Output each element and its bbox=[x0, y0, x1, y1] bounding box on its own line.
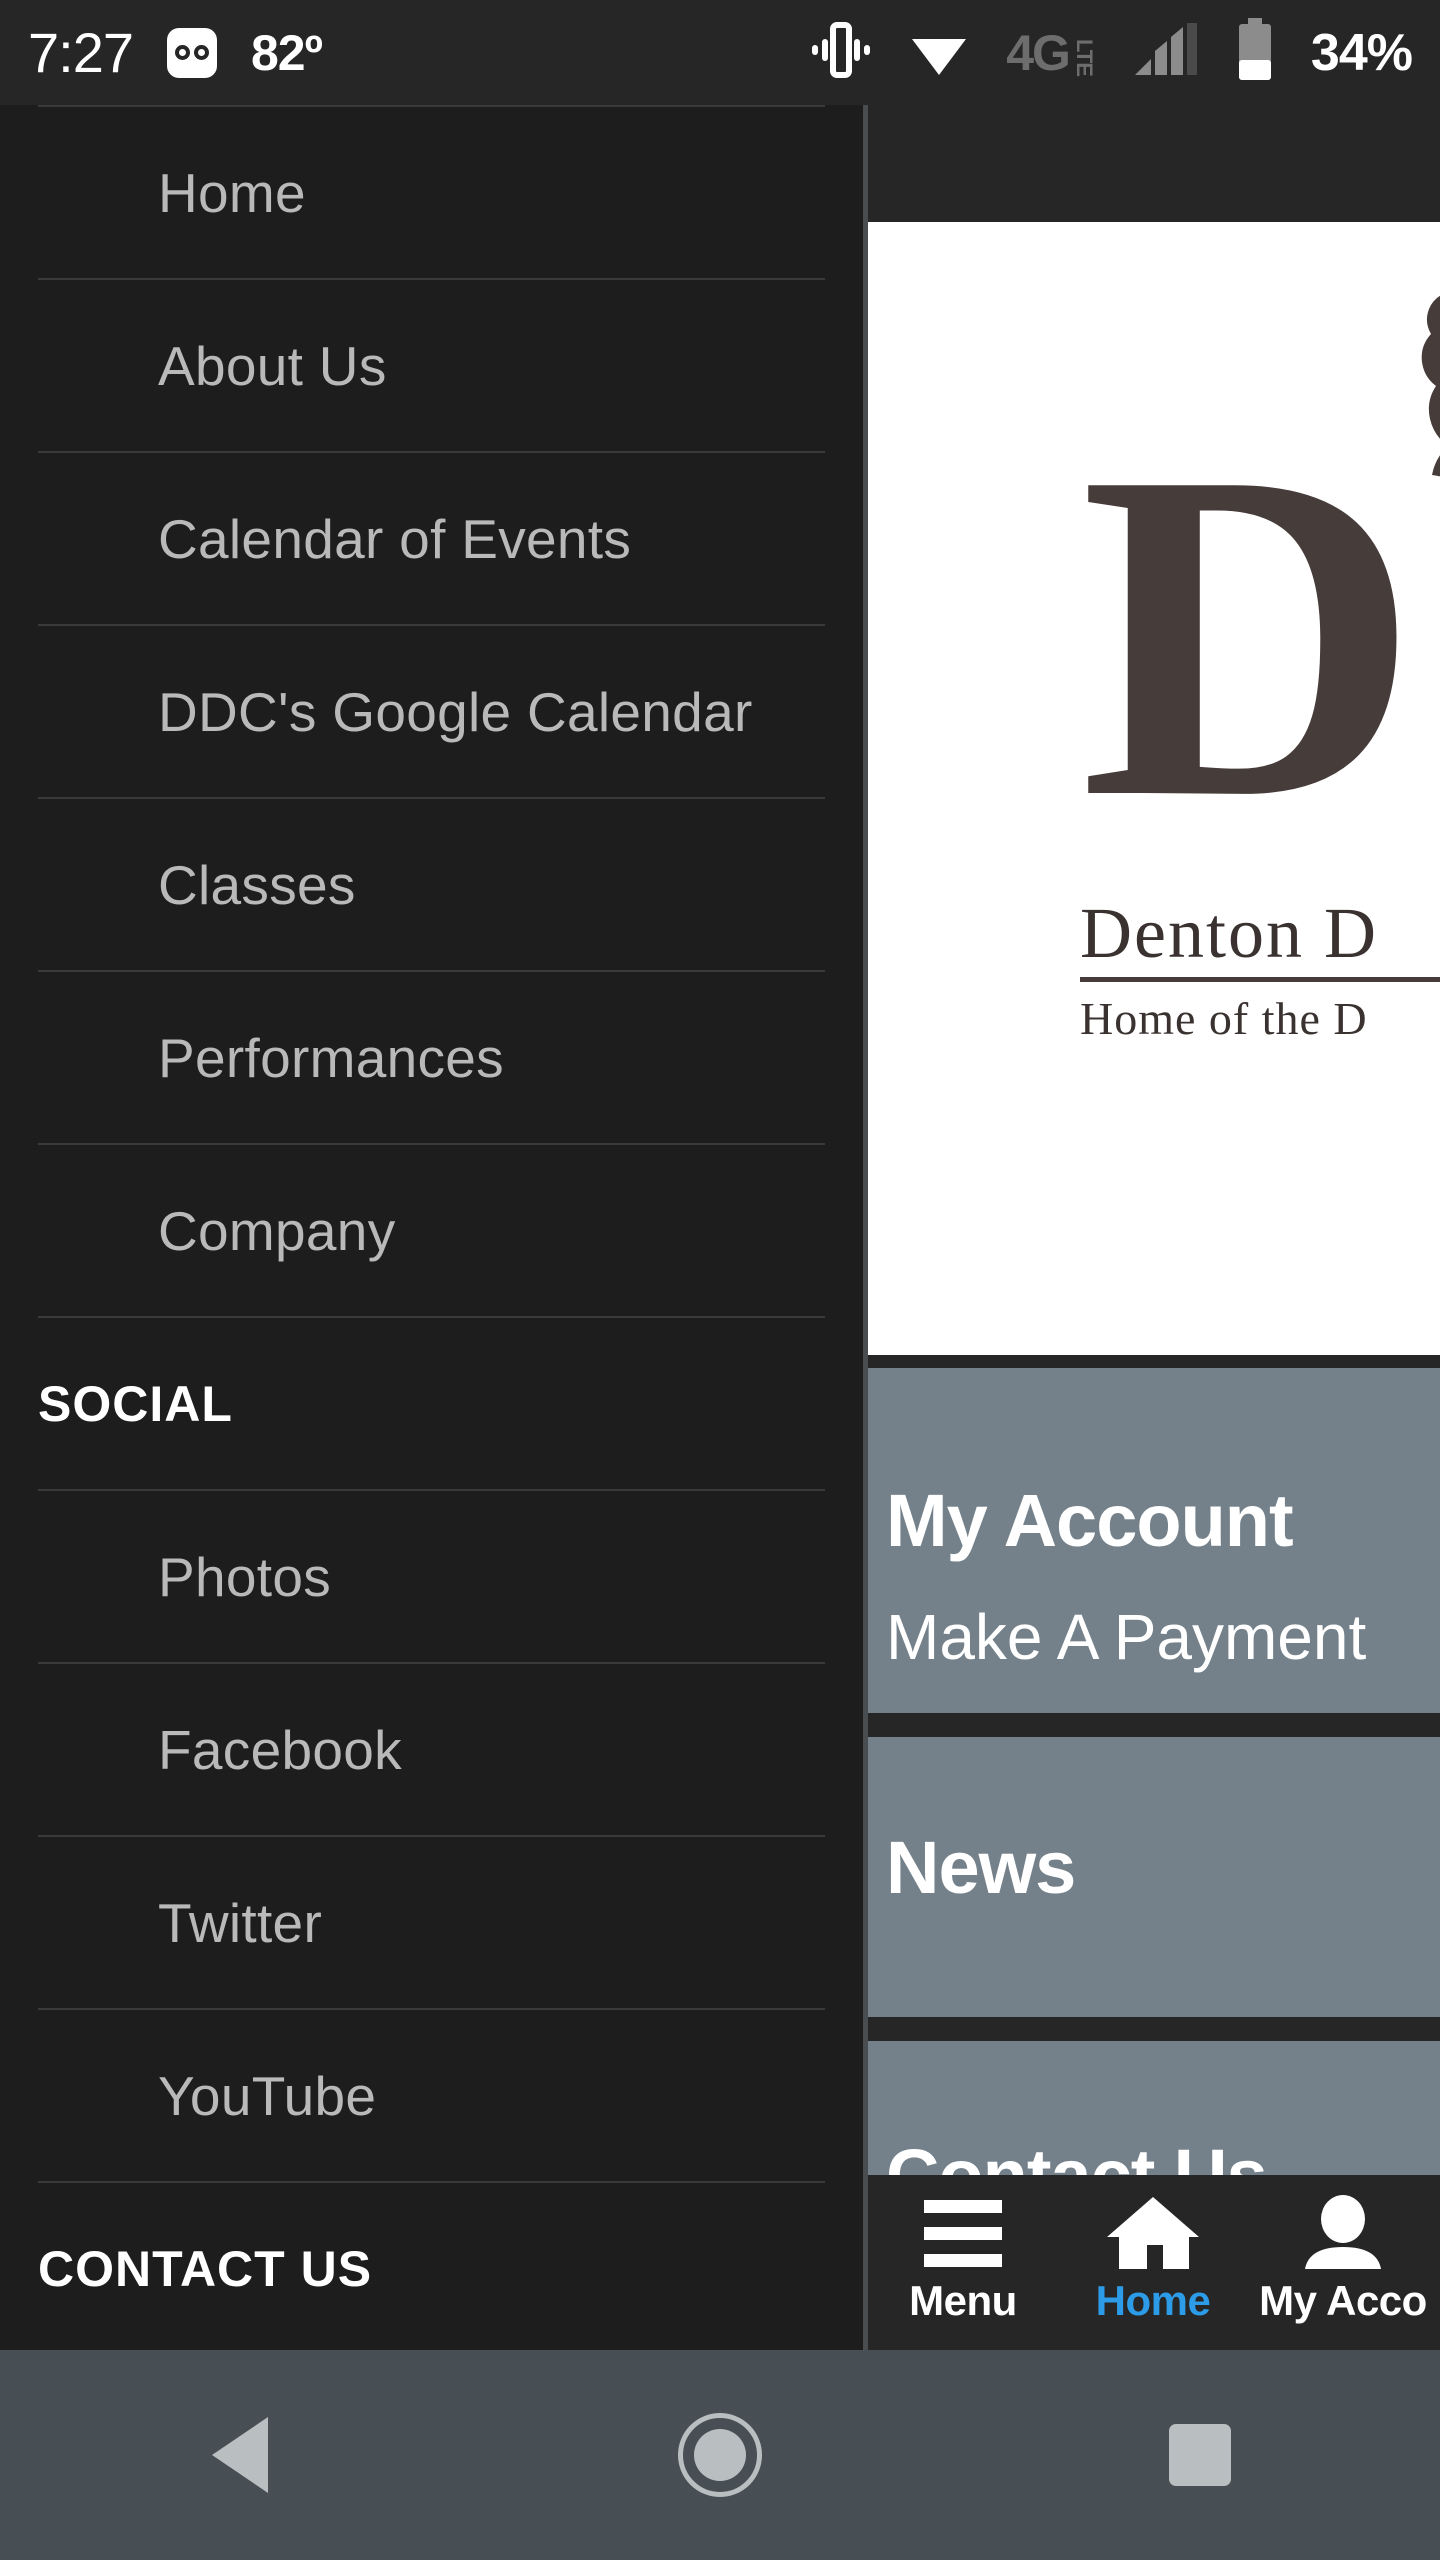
sidebar-item-facebook[interactable]: Facebook bbox=[38, 1664, 825, 1835]
sidebar-item-label: Facebook bbox=[158, 1718, 402, 1781]
battery-percent-label: 34% bbox=[1310, 23, 1413, 82]
bottom-tab-bar: Menu Home My Acco bbox=[868, 2175, 1440, 2350]
recents-button[interactable] bbox=[960, 2424, 1440, 2486]
sidebar-item-label: YouTube bbox=[158, 2064, 377, 2127]
section-heading-label: CONTACT US bbox=[38, 2240, 373, 2297]
card-news[interactable]: News bbox=[868, 1737, 1440, 2017]
phone-screen: 7:27 82º 4G LTE 34% Home About Us Calend… bbox=[0, 0, 1440, 2560]
back-button[interactable] bbox=[0, 2417, 480, 2493]
sidebar-item-label: Performances bbox=[158, 1026, 504, 1089]
sidebar-item-label: Classes bbox=[158, 853, 356, 916]
sidebar-item-label: Photos bbox=[158, 1545, 332, 1608]
signal-bars-icon bbox=[1133, 21, 1199, 84]
sidebar-item-label: Home bbox=[158, 161, 306, 224]
sidebar-section-contact-us: CONTACT US bbox=[38, 2183, 825, 2350]
sidebar-item-company[interactable]: Company bbox=[38, 1145, 825, 1316]
card-title: My Account bbox=[886, 1479, 1294, 1562]
logo-rule bbox=[1080, 977, 1440, 982]
tab-label: Home bbox=[1095, 2277, 1211, 2324]
back-triangle-icon bbox=[212, 2417, 268, 2493]
sidebar-section-social: SOCIAL bbox=[38, 1318, 825, 1489]
voicemail-icon bbox=[167, 27, 217, 78]
network-suffix-label: LTE bbox=[1071, 38, 1097, 76]
tab-home[interactable]: Home bbox=[1058, 2175, 1248, 2350]
section-heading-label: SOCIAL bbox=[38, 1375, 233, 1432]
sidebar-item-ddcs-google-calendar[interactable]: DDC's Google Calendar bbox=[38, 626, 825, 797]
logo-area: D Denton D Home of the D bbox=[868, 222, 1440, 1355]
android-navigation-bar bbox=[0, 2350, 1440, 2560]
logo-tagline: Home of the D bbox=[1080, 993, 1368, 1044]
logo-name: Denton D bbox=[1080, 893, 1378, 973]
home-circle-icon bbox=[678, 2413, 762, 2497]
sidebar-item-label: About Us bbox=[158, 334, 387, 397]
tab-menu[interactable]: Menu bbox=[868, 2175, 1058, 2350]
navigation-list: Home About Us Calendar of Events DDC's G… bbox=[0, 105, 863, 2350]
person-icon bbox=[1300, 2195, 1386, 2269]
clock: 7:27 bbox=[28, 21, 134, 84]
status-bar-left: 7:27 82º bbox=[28, 20, 323, 85]
sidebar-item-label: Twitter bbox=[158, 1891, 323, 1954]
network-type-label: 4G bbox=[1006, 24, 1071, 81]
sidebar-item-photos[interactable]: Photos bbox=[38, 1491, 825, 1662]
vibrate-icon bbox=[810, 21, 872, 84]
sidebar-item-calendar-of-events[interactable]: Calendar of Events bbox=[38, 453, 825, 624]
sidebar-item-about-us[interactable]: About Us bbox=[38, 280, 825, 451]
logo-letter: D bbox=[1080, 374, 1419, 895]
hamburger-menu-icon bbox=[924, 2197, 1002, 2269]
status-bar: 7:27 82º 4G LTE 34% bbox=[0, 0, 1440, 105]
sidebar-item-home[interactable]: Home bbox=[38, 107, 825, 278]
tab-label: Menu bbox=[909, 2277, 1017, 2324]
sidebar-item-label: Company bbox=[158, 1199, 396, 1262]
home-button[interactable] bbox=[480, 2413, 960, 2497]
recents-square-icon bbox=[1169, 2424, 1231, 2486]
navigation-drawer[interactable]: Home About Us Calendar of Events DDC's G… bbox=[0, 105, 863, 2350]
network-type-icon: 4G LTE bbox=[1006, 24, 1097, 82]
sidebar-item-label: DDC's Google Calendar bbox=[158, 680, 753, 743]
wifi-icon bbox=[908, 21, 970, 84]
sidebar-item-twitter[interactable]: Twitter bbox=[38, 1837, 825, 2008]
sidebar-item-classes[interactable]: Classes bbox=[38, 799, 825, 970]
house-icon bbox=[1105, 2197, 1201, 2269]
temperature-label: 82º bbox=[251, 24, 323, 81]
battery-icon bbox=[1235, 18, 1275, 87]
card-subtitle: Make A Payment bbox=[886, 1601, 1367, 1673]
content-panel: D Denton D Home of the D My Account Make… bbox=[868, 105, 1440, 2350]
card-my-account[interactable]: My Account Make A Payment bbox=[868, 1368, 1440, 1713]
card-title: News bbox=[886, 1826, 1076, 1909]
sidebar-item-label: Calendar of Events bbox=[158, 507, 632, 570]
tab-label: My Acco bbox=[1259, 2277, 1427, 2324]
site-logo: D Denton D Home of the D bbox=[1018, 222, 1440, 1302]
sidebar-item-performances[interactable]: Performances bbox=[38, 972, 825, 1143]
status-bar-right: 4G LTE 34% bbox=[810, 18, 1413, 87]
tab-my-account[interactable]: My Acco bbox=[1248, 2175, 1438, 2350]
sidebar-item-youtube[interactable]: YouTube bbox=[38, 2010, 825, 2181]
